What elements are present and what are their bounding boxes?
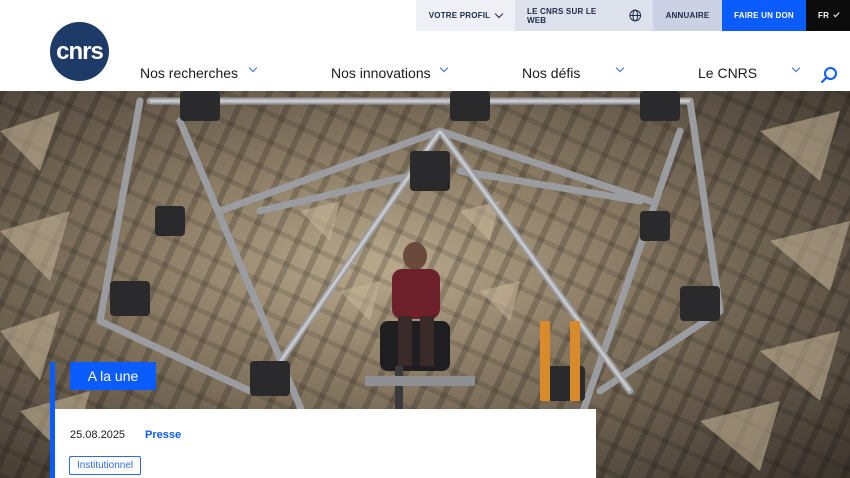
votre-profil-label: VOTRE PROFIL bbox=[428, 11, 491, 20]
nav-item-nos-innovations[interactable]: Nos innovations bbox=[331, 63, 449, 81]
nav-item-label: Le CNRS bbox=[698, 65, 758, 81]
nav-item-nos-defis[interactable]: Nos défis bbox=[522, 63, 625, 81]
chevron-down-icon bbox=[615, 63, 625, 73]
nav-item-label: Nos défis bbox=[522, 65, 581, 81]
faire-un-don-label: FAIRE UN DON bbox=[734, 11, 794, 20]
cnrs-sur-le-web-button[interactable]: LE CNRS SUR LE WEB bbox=[515, 0, 653, 31]
votre-profil-button[interactable]: VOTRE PROFIL bbox=[416, 0, 515, 31]
cnrs-sur-le-web-label: LE CNRS SUR LE WEB bbox=[527, 6, 597, 25]
annuaire-label: ANNUAIRE bbox=[665, 11, 710, 20]
a-la-une-label: A la une bbox=[87, 368, 139, 384]
accent-strip bbox=[50, 362, 55, 409]
language-selector[interactable]: FR bbox=[806, 0, 850, 31]
faire-un-don-button[interactable]: FAIRE UN DON bbox=[722, 0, 806, 31]
main-nav: Nos recherches Nos innovations Nos défis… bbox=[0, 58, 850, 91]
chevron-down-icon bbox=[833, 10, 840, 18]
nav-item-label: Nos innovations bbox=[331, 65, 431, 81]
chevron-down-icon bbox=[439, 63, 449, 73]
globe-icon bbox=[628, 9, 641, 22]
search-icon[interactable] bbox=[820, 66, 838, 84]
nav-item-nos-recherches[interactable]: Nos recherches bbox=[140, 63, 258, 81]
category-badge[interactable]: Institutionnel bbox=[69, 456, 142, 475]
nav-item-le-cnrs[interactable]: Le CNRS bbox=[698, 63, 801, 81]
news-date: 25.08.2025 bbox=[70, 429, 126, 441]
news-type-link[interactable]: Presse bbox=[145, 429, 181, 441]
a-la-une-tag: A la une bbox=[70, 362, 156, 390]
chevron-down-icon bbox=[791, 63, 801, 73]
utility-bar: VOTRE PROFIL LE CNRS SUR LE WEB ANNUAIRE… bbox=[416, 0, 850, 31]
chevron-down-icon bbox=[248, 63, 258, 73]
nav-item-label: Nos recherches bbox=[140, 65, 239, 81]
chevron-down-icon bbox=[495, 9, 504, 19]
annuaire-link[interactable]: ANNUAIRE bbox=[653, 0, 722, 31]
news-card[interactable]: 25.08.2025 Presse Institutionnel bbox=[50, 409, 596, 478]
language-label: FR bbox=[818, 11, 830, 20]
